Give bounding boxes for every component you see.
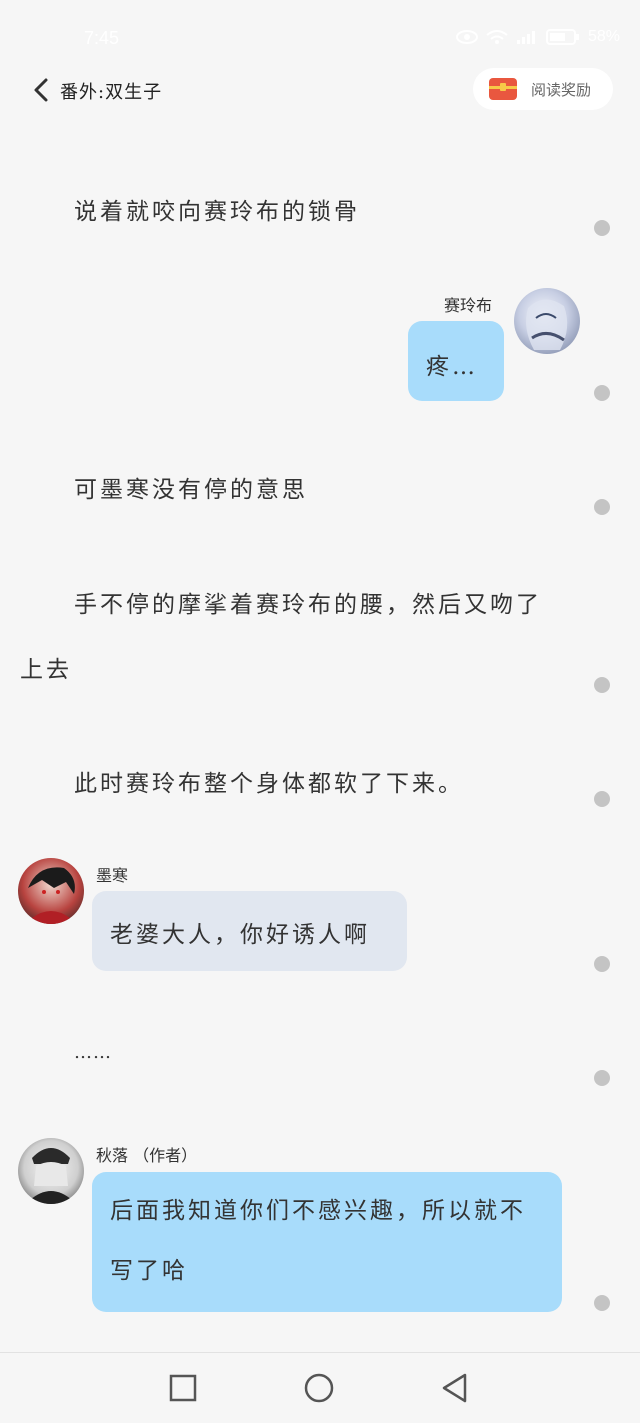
avatar[interactable] (18, 858, 84, 924)
narration-ellipsis: …… (74, 1042, 112, 1063)
comment-dot[interactable] (594, 677, 610, 693)
battery-percent: 58% (587, 28, 620, 45)
status-icons: 58% (455, 28, 620, 46)
sender-name: 赛玲布 (444, 296, 493, 315)
avatar[interactable] (18, 1138, 84, 1204)
comment-dot[interactable] (594, 499, 610, 515)
comment-dot[interactable] (594, 956, 610, 972)
message-bubble: 疼… (408, 321, 504, 401)
message-line: 后面我知道你们不感兴趣，所以就不 (110, 1198, 526, 1224)
home-circle-icon[interactable] (304, 1373, 334, 1403)
wifi-icon (486, 30, 508, 44)
recent-apps-icon[interactable] (168, 1373, 198, 1403)
avatar[interactable] (514, 288, 580, 354)
eye-icon (455, 30, 478, 44)
comment-dot[interactable] (594, 1070, 610, 1086)
back-arrow-icon[interactable] (30, 76, 54, 104)
comment-dot[interactable] (594, 791, 610, 807)
message-bubble: 后面我知道你们不感兴趣，所以就不 写了哈 (92, 1172, 562, 1312)
chapter-title: 番外:双生子 (60, 82, 163, 103)
system-nav-bar (0, 1352, 640, 1423)
narration-text: 可墨寒没有停的意思 (74, 477, 308, 503)
narration-text: 上去 (20, 657, 72, 683)
message-line: 写了哈 (110, 1258, 188, 1284)
comment-dot[interactable] (594, 220, 610, 236)
narration-text: 此时赛玲布整个身体都软了下来。 (74, 771, 464, 797)
comment-dot[interactable] (594, 1295, 610, 1311)
reading-reward-button[interactable]: 阅读奖励 (473, 68, 613, 110)
comment-dot[interactable] (594, 385, 610, 401)
narration-text: 说着就咬向赛玲布的锁骨 (74, 199, 360, 225)
reward-label: 阅读奖励 (531, 80, 592, 99)
signal-icon (516, 31, 535, 44)
back-triangle-icon[interactable] (440, 1373, 470, 1403)
message-bubble: 老婆大人，你好诱人啊 (92, 891, 407, 971)
sender-name: 秋落 （作者） (96, 1146, 198, 1165)
narration-text: 手不停的摩挲着赛玲布的腰，然后又吻了 (74, 592, 542, 618)
sender-name: 墨寒 (96, 866, 129, 885)
treasure-chest-icon (489, 78, 517, 100)
battery-icon (545, 29, 579, 45)
status-time: 7:45 (84, 28, 120, 48)
